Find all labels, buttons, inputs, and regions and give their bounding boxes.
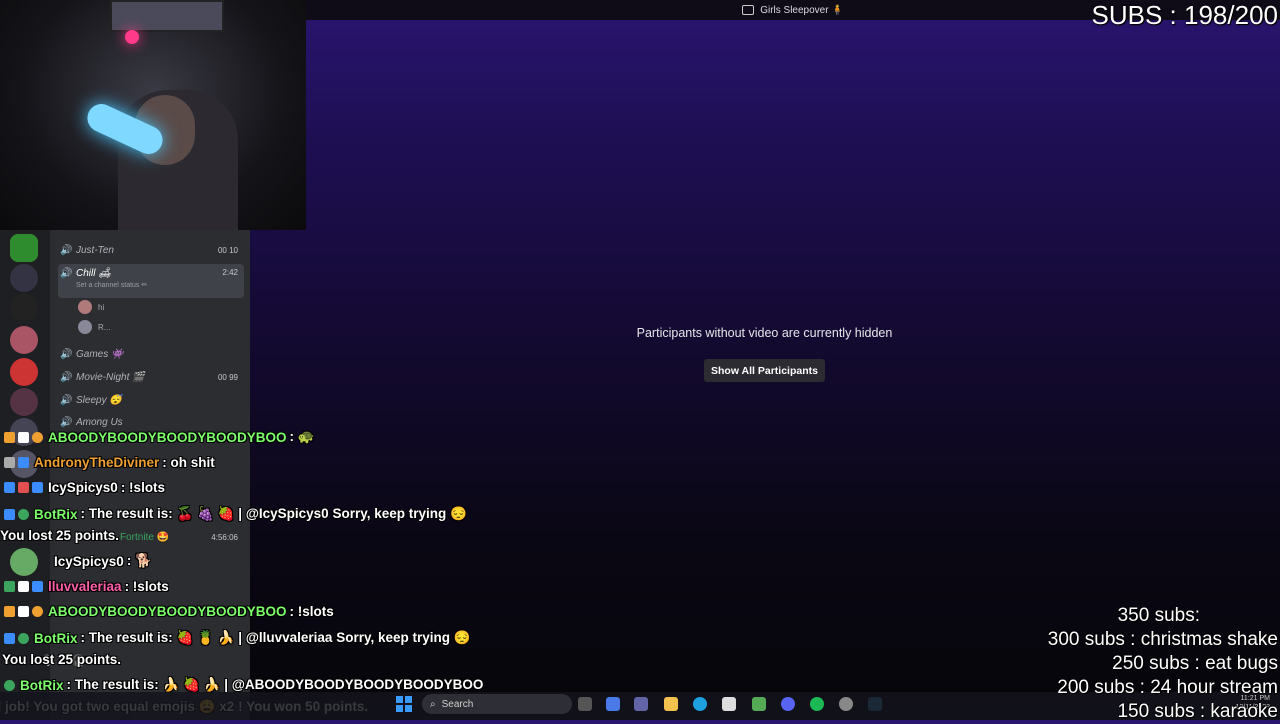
activity-row: Fortnite 🤩 4:56:06 (58, 527, 244, 547)
mic-icon[interactable]: 🎙 (40, 654, 54, 667)
goal-item: 300 subs : christmas shake (1047, 629, 1278, 650)
channel-meta: 00 10 (217, 245, 238, 255)
background-monitor (110, 0, 224, 32)
background-light (125, 30, 139, 44)
channel-name: Among Us (76, 416, 123, 428)
file-explorer-icon[interactable] (664, 697, 678, 711)
window-title: Girls Sleepover 🧍 (760, 4, 844, 16)
store-icon[interactable] (722, 697, 736, 711)
voice-user-name: hi (98, 302, 105, 312)
speaker-icon: 🔊 (60, 372, 73, 383)
taskbar-search[interactable]: ⌕ Search (422, 694, 572, 714)
subs-counter: SUBS : 198/200 (1091, 0, 1278, 30)
voice-channel[interactable]: 🔊 Sleepy 😴 (58, 390, 244, 410)
server-icon[interactable] (10, 264, 38, 292)
spotify-icon[interactable] (810, 697, 824, 711)
gear-icon[interactable]: ⚙ (104, 654, 114, 667)
server-icon[interactable] (10, 418, 38, 446)
server-icon[interactable] (10, 388, 38, 416)
hidden-participants-message: Participants without video are currently… (636, 326, 893, 340)
voice-controls: 🎙 🎧 ⚙ (40, 654, 114, 667)
channel-meta: 2:42 (222, 268, 238, 277)
app-icon (742, 5, 755, 15)
search-icon: ⌕ (430, 698, 436, 710)
channel-name: Chill 🛋 (76, 268, 111, 279)
channel-name: Games 👾 (76, 348, 124, 360)
windows-start-button[interactable] (396, 696, 412, 712)
speaker-icon: 🔊 (60, 268, 73, 279)
chat-text: : !slots (289, 604, 334, 619)
voice-channel[interactable]: 🔊 Just-Ten 00 10 (58, 240, 244, 260)
channel-name: Just-Ten (76, 244, 114, 256)
task-view-icon[interactable] (578, 697, 592, 711)
obs-icon[interactable] (839, 697, 853, 711)
server-icon[interactable] (10, 234, 38, 262)
goal-item: 200 subs : 24 hour stream (1057, 677, 1278, 698)
avatar (78, 300, 92, 314)
steam-icon[interactable] (868, 697, 882, 711)
channel-name: Sleepy 😴 (76, 394, 122, 406)
server-icon[interactable] (10, 548, 38, 576)
speaker-icon: 🔊 (60, 417, 73, 428)
show-all-participants-button[interactable]: Show All Participants (704, 359, 825, 382)
channel-meta: 00 99 (217, 372, 238, 382)
goal-header: 350 subs: (1117, 605, 1200, 626)
webcam-feed (0, 0, 306, 230)
copilot-icon[interactable] (606, 697, 620, 711)
channel-status[interactable]: Set a channel status ✏ (76, 281, 147, 289)
goal-item: 150 subs : karaoke (1117, 701, 1278, 722)
channel-name: Movie-Night 🎬 (76, 371, 145, 383)
headphones-icon[interactable]: 🎧 (72, 654, 86, 667)
goal-item: 250 subs : eat bugs (1112, 653, 1278, 674)
sub-goals-overlay: 350 subs: 300 subs : christmas shake 250… (1048, 604, 1278, 724)
app-icon[interactable] (752, 697, 766, 711)
server-icon[interactable] (10, 358, 38, 386)
channel-panel: 🔊 Just-Ten 00 10 🔊 Chill 🛋 2:42 Set a ch… (50, 230, 250, 720)
edge-icon[interactable] (693, 697, 707, 711)
voice-channel[interactable]: 🔊 Games 👾 (58, 344, 244, 364)
activity-game: Fortnite 🤩 (120, 531, 170, 543)
voice-user[interactable]: hi (78, 300, 104, 314)
server-icon[interactable] (10, 294, 38, 322)
speaker-icon: 🔊 (60, 349, 73, 360)
speaker-icon: 🔊 (60, 245, 73, 256)
voice-channel[interactable]: 🔊 Movie-Night 🎬 00 99 (58, 367, 244, 387)
teams-icon[interactable] (634, 697, 648, 711)
speaker-icon: 🔊 (60, 395, 73, 406)
search-placeholder: Search (441, 698, 474, 710)
chat-text: : 🐢 (289, 429, 315, 444)
activity-time: 4:56:06 (211, 532, 238, 542)
server-icon[interactable] (10, 450, 38, 478)
discord-icon[interactable] (781, 697, 795, 711)
voice-channel-active[interactable]: 🔊 Chill 🛋 2:42 Set a channel status ✏ (58, 264, 244, 298)
server-rail (0, 230, 50, 720)
voice-channel[interactable]: 🔊 Among Us (58, 412, 244, 432)
